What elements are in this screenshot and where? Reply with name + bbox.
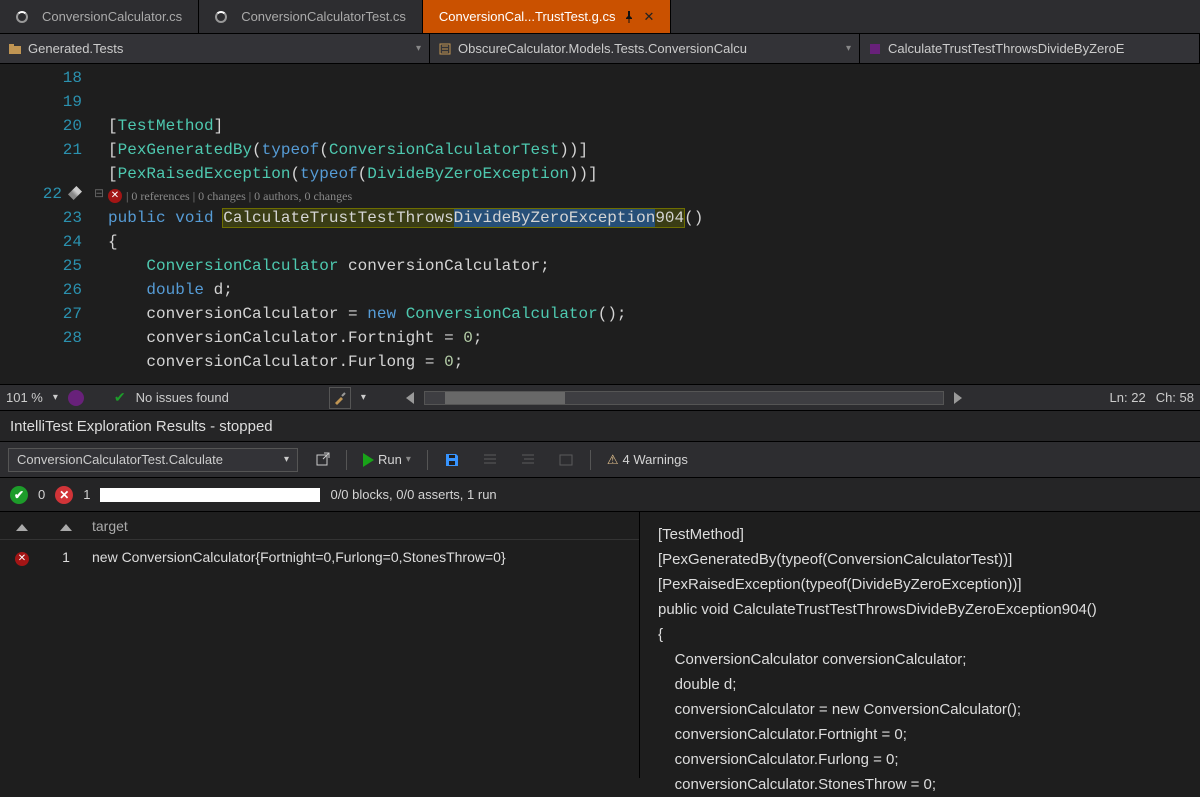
codelens-text: | 0 references | 0 changes | 0 authors, … [126, 186, 352, 206]
detail-line: conversionCalculator.StonesThrow = 0; [658, 772, 1182, 797]
line-number: 20 [0, 114, 82, 138]
detail-line: conversionCalculator = new ConversionCal… [658, 697, 1182, 722]
sort-icon[interactable] [16, 524, 28, 531]
chevron-down-icon: ▾ [284, 454, 289, 465]
class-icon [438, 42, 452, 56]
line-number: 22 [0, 182, 82, 206]
fail-count: 1 [83, 487, 90, 502]
intellitest-panel-title: IntelliTest Exploration Results - stoppe… [0, 410, 1200, 442]
fail-icon: ✕ [55, 486, 73, 504]
cursor-line: Ln: 22 [1110, 390, 1146, 405]
zoom-chevron-icon[interactable]: ▾ [53, 392, 58, 403]
toolbar-button-3[interactable] [552, 448, 580, 472]
coverage-progress [100, 488, 320, 502]
tab-trusttest-generated[interactable]: ConversionCal...TrustTest.g.cs ✕ [423, 0, 671, 33]
detail-line: conversionCalculator.Furlong = 0; [658, 747, 1182, 772]
coverage-text: 0/0 blocks, 0/0 asserts, 1 run [330, 487, 496, 502]
line-number: 18 [0, 66, 82, 90]
line-number: 27 [0, 302, 82, 326]
tab-conversioncalculator[interactable]: ConversionCalculator.cs [0, 0, 199, 33]
horizontal-scrollbar[interactable] [424, 391, 944, 405]
sort-icon[interactable] [60, 524, 72, 531]
row-index: 1 [44, 549, 88, 565]
exploration-target-dropdown[interactable]: ConversionCalculatorTest.Calculate ▾ [8, 448, 298, 472]
line-number: 23 [0, 206, 82, 230]
pin-icon[interactable] [623, 11, 635, 23]
line-number: 25 [0, 254, 82, 278]
zoom-level[interactable]: 101 % [6, 390, 43, 405]
result-row[interactable]: ✕ 1 new ConversionCalculator{Fortnight=0… [0, 540, 639, 574]
line-number: 24 [0, 230, 82, 254]
detail-line: [TestMethod] [658, 522, 1182, 547]
new-window-button[interactable] [308, 448, 336, 472]
nav-project-label: Generated.Tests [28, 41, 123, 56]
panel-title-text: IntelliTest Exploration Results - stoppe… [10, 418, 273, 435]
intellitest-toolbar: ConversionCalculatorTest.Calculate ▾ Run… [0, 442, 1200, 478]
detail-line: [PexGeneratedBy(typeof(ConversionCalcula… [658, 547, 1182, 572]
intellitest-results: target ✕ 1 new ConversionCalculator{Fort… [0, 512, 1200, 778]
nav-member-label: CalculateTrustTestThrowsDivideByZeroE [888, 41, 1124, 56]
nav-namespace-dropdown[interactable]: ObscureCalculator.Models.Tests.Conversio… [430, 34, 860, 63]
intellitest-summary: ✔ 0 ✕ 1 0/0 blocks, 0/0 asserts, 1 run [0, 478, 1200, 512]
results-table: target ✕ 1 new ConversionCalculator{Fort… [0, 512, 640, 778]
warning-icon: ⚠ [607, 452, 619, 468]
col-target-header[interactable]: target [88, 518, 639, 534]
dropdown-label: ConversionCalculatorTest.Calculate [17, 452, 223, 467]
fold-column: ⊟ [90, 64, 108, 384]
scroll-right-icon[interactable] [954, 392, 962, 404]
tab-label: ConversionCal...TrustTest.g.cs [439, 9, 616, 24]
toolbar-button-1[interactable] [476, 448, 504, 472]
document-tab-bar: ConversionCalculator.cs ConversionCalcul… [0, 0, 1200, 34]
nav-project-dropdown[interactable]: Generated.Tests ▾ [0, 34, 430, 63]
play-icon [363, 453, 374, 467]
close-icon[interactable]: ✕ [643, 9, 654, 25]
detail-line: double d; [658, 672, 1182, 697]
pass-icon: ✔ [10, 486, 28, 504]
folder-icon [8, 42, 22, 56]
detail-line: [PexRaisedException(typeof(DivideByZeroE… [658, 572, 1182, 597]
detail-line: public void CalculateTrustTestThrowsDivi… [658, 597, 1182, 622]
bug-icon: ✕ [15, 552, 29, 566]
tab-label: ConversionCalculator.cs [42, 9, 182, 24]
line-number: 19 [0, 90, 82, 114]
chevron-down-icon: ▾ [846, 43, 851, 54]
detail-line: conversionCalculator.Fortnight = 0; [658, 722, 1182, 747]
line-number: 21 [0, 138, 82, 162]
error-badge-icon: ✕ [108, 189, 122, 203]
code-editor[interactable]: 18 19 20 21 22 23 24 25 26 27 28 ⊟ [Test… [0, 64, 1200, 384]
navigation-bar: Generated.Tests ▾ ObscureCalculator.Mode… [0, 34, 1200, 64]
run-button[interactable]: Run ▾ [357, 448, 417, 472]
line-number-gutter: 18 19 20 21 22 23 24 25 26 27 28 [0, 64, 90, 384]
code-content[interactable]: [TestMethod] [PexGeneratedBy(typeof(Conv… [108, 64, 703, 384]
warnings-indicator[interactable]: ⚠ 4 Warnings [601, 448, 694, 472]
nav-member-dropdown[interactable]: CalculateTrustTestThrowsDivideByZeroE [860, 34, 1200, 63]
line-number: 28 [0, 326, 82, 350]
toolbar-button-2[interactable] [514, 448, 542, 472]
fold-toggle[interactable]: ⊟ [90, 182, 108, 206]
detail-line: { [658, 622, 1182, 647]
detail-line: ConversionCalculator conversionCalculato… [658, 647, 1182, 672]
chevron-down-icon: ▾ [416, 43, 421, 54]
warnings-text: 4 Warnings [623, 452, 688, 467]
tab-label: ConversionCalculatorTest.cs [241, 9, 406, 24]
cursor-char: Ch: 58 [1156, 390, 1194, 405]
chevron-down-icon: ▾ [406, 454, 411, 465]
row-target: new ConversionCalculator{Fortnight=0,Fur… [88, 549, 639, 565]
pass-count: 0 [38, 487, 45, 502]
save-button[interactable] [438, 448, 466, 472]
run-label: Run [378, 452, 402, 467]
line-number: 26 [0, 278, 82, 302]
intellisense-icon[interactable] [68, 390, 84, 406]
tab-conversioncalculatortest[interactable]: ConversionCalculatorTest.cs [199, 0, 423, 33]
codelens-row[interactable]: ✕ | 0 references | 0 changes | 0 authors,… [108, 186, 703, 206]
method-icon [868, 42, 882, 56]
result-detail-code: [TestMethod] [PexGeneratedBy(typeof(Conv… [640, 512, 1200, 778]
method-name-highlight: CalculateTrustTestThrowsDivideByZeroExce… [223, 209, 684, 227]
nav-namespace-label: ObscureCalculator.Models.Tests.Conversio… [458, 41, 747, 56]
results-header: target [0, 512, 639, 540]
save-icon [444, 452, 460, 468]
